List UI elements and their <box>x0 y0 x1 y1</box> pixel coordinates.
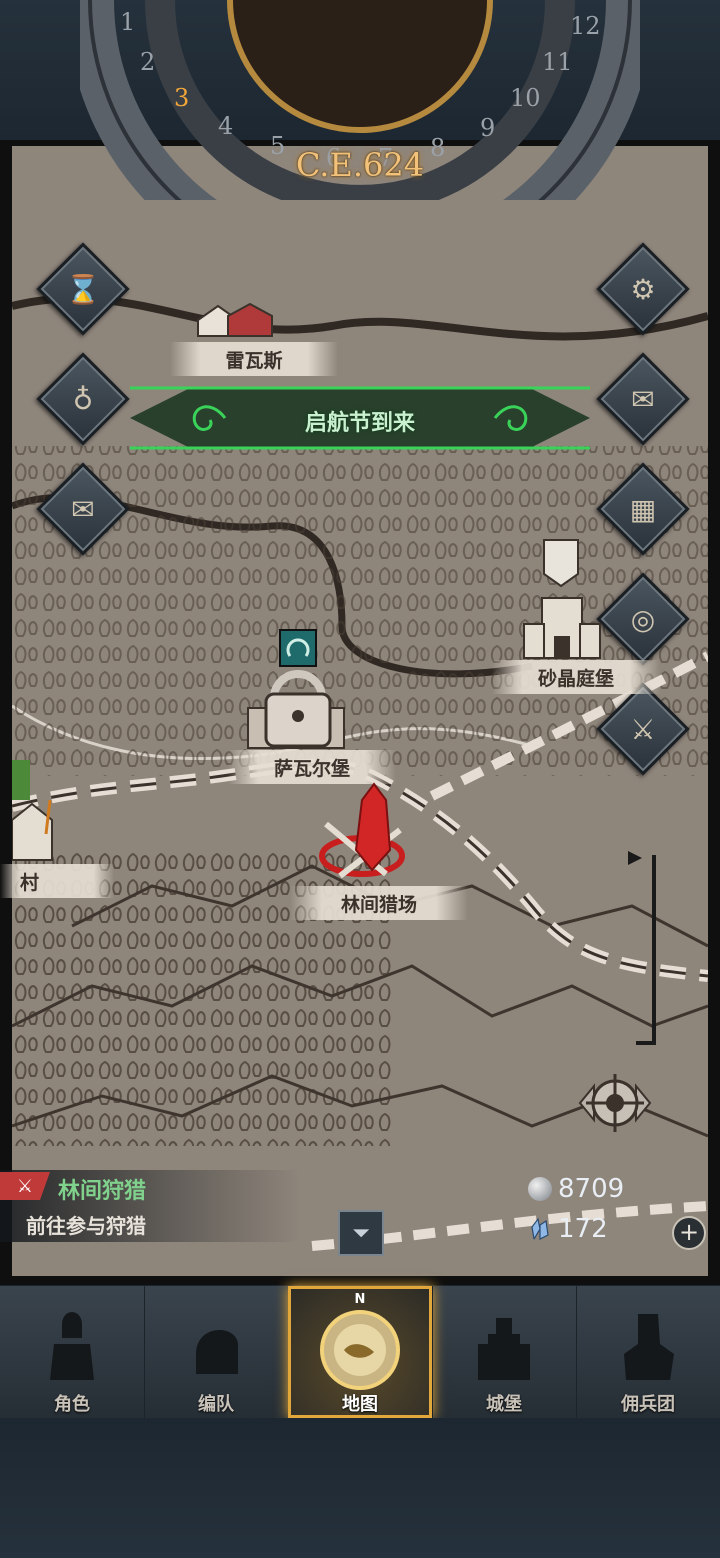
month-12: 12 <box>570 12 601 40</box>
hunting-ground-marker[interactable] <box>316 780 412 884</box>
month-4: 4 <box>218 112 233 140</box>
quest-subtitle[interactable]: 前往参与狩猎 <box>26 1210 146 1239</box>
compass-north-label: N <box>354 1292 366 1307</box>
tab-character[interactable]: 角色 <box>0 1286 145 1418</box>
silver-resource: 8709 <box>528 1174 624 1204</box>
hourglass-icon: ⌛ <box>65 272 101 306</box>
crystal-count: 172 <box>558 1214 608 1244</box>
silver-coin-icon <box>528 1177 552 1201</box>
bottom-bar <box>0 1418 720 1558</box>
location-village[interactable]: 村 <box>0 864 114 898</box>
helmet-sword-icon: ⚔ <box>630 712 656 746</box>
shajing-castle-marker[interactable] <box>520 538 604 664</box>
tab-character-label: 角色 <box>54 1394 90 1415</box>
compass-map-icon <box>320 1310 400 1390</box>
collapse-button[interactable]: ⏷ <box>338 1210 384 1256</box>
sawaer-castle-locked-marker[interactable] <box>240 628 352 752</box>
location-linjian[interactable]: 林间猎场 <box>290 886 468 920</box>
tab-formation-label: 编队 <box>198 1394 234 1415</box>
month-2: 2 <box>140 48 155 76</box>
mercenary-icon <box>624 1314 674 1380</box>
quest-title[interactable]: 林间狩猎 <box>58 1173 146 1205</box>
location-sawaer[interactable]: 萨瓦尔堡 <box>228 750 396 784</box>
bottom-nav: 角色 编队 N 地图 城堡 佣兵团 <box>0 1286 720 1418</box>
helmet-icon <box>196 1330 238 1374</box>
crystal-resource: 172 <box>528 1214 608 1244</box>
add-resource-button[interactable]: + <box>672 1216 706 1250</box>
knight-icon <box>50 1312 94 1380</box>
month-3: 3 <box>174 84 189 112</box>
collapse-arrow-icon: ⏷ <box>352 1220 370 1246</box>
tab-mercenary[interactable]: 佣兵团 <box>576 1286 720 1418</box>
era-label: C.E.624 <box>295 146 425 184</box>
tab-castle-label: 城堡 <box>486 1394 522 1415</box>
month-11: 11 <box>542 48 573 76</box>
tab-castle[interactable]: 城堡 <box>432 1286 577 1418</box>
tab-map-label: 地图 <box>342 1394 378 1415</box>
scroll-icon: ✉ <box>71 492 95 526</box>
range-indicator <box>628 851 656 1045</box>
tab-mercenary-label: 佣兵团 <box>621 1394 675 1415</box>
village-marker[interactable] <box>12 760 62 864</box>
gear-icon: ⚙ <box>630 272 656 306</box>
silver-count: 8709 <box>558 1174 625 1204</box>
event-banner-label: 启航节到来 <box>304 411 415 436</box>
month-10: 10 <box>510 84 541 112</box>
locate-button[interactable] <box>560 1068 670 1138</box>
month-1: 1 <box>120 8 135 36</box>
location-shajing[interactable]: 砂晶庭堡 <box>492 660 660 694</box>
tab-map[interactable]: N 地图 <box>288 1286 433 1418</box>
month-9: 9 <box>480 114 495 142</box>
leiwasi-marker[interactable] <box>188 298 278 340</box>
tab-formation[interactable]: 编队 <box>144 1286 289 1418</box>
coin-icon: ◎ <box>630 602 656 636</box>
location-leiwasi[interactable]: 雷瓦斯 <box>170 342 338 376</box>
crystal-icon <box>531 1217 549 1241</box>
castle-icon <box>478 1318 530 1380</box>
board-icon: ▦ <box>629 492 657 526</box>
